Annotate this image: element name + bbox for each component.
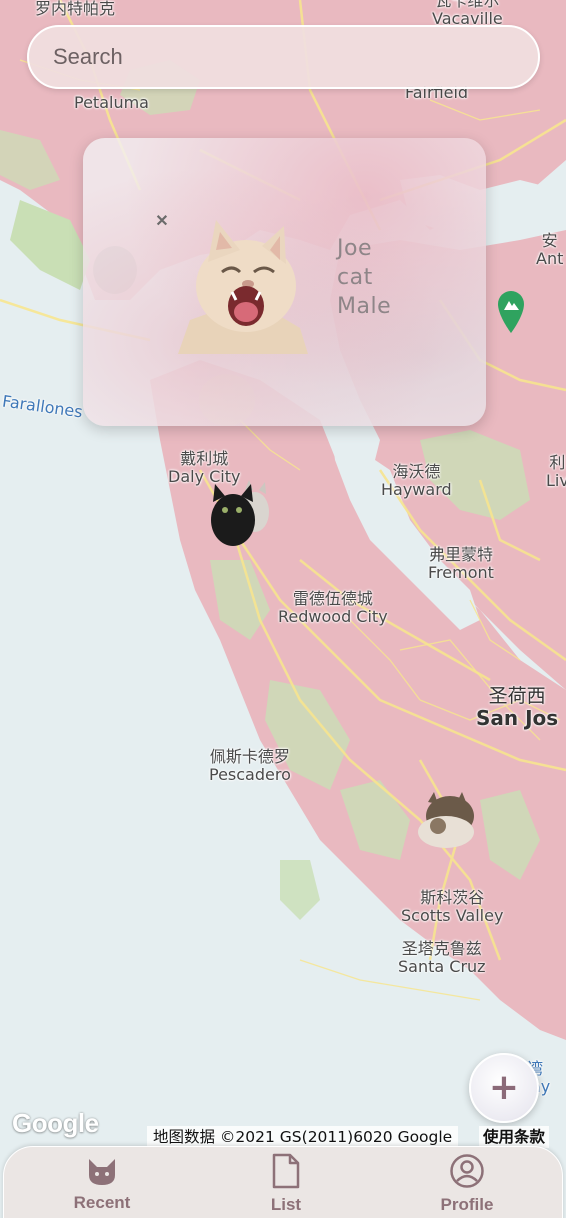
place-fremont: 弗里蒙特 Fremont [428,545,494,582]
close-icon[interactable]: ✕ [154,214,170,230]
tab-profile[interactable]: Profile [407,1153,527,1218]
cat-species: cat [337,265,373,290]
google-logo: Google [12,1108,99,1138]
place-pescadero: 佩斯卡德罗 Pescadero [209,747,291,784]
park-pin-icon[interactable] [496,288,526,334]
place-redwood-city: 雷德伍德城 Redwood City [278,589,388,626]
search-input[interactable] [53,44,538,70]
place-hayward: 海沃德 Hayward [381,462,452,499]
place-antioch: 安 Ant [536,231,564,268]
tab-list[interactable]: List [226,1153,346,1218]
place-santa-cruz: 圣塔克鲁兹 Santa Cruz [398,939,486,976]
plus-icon: + [488,1067,520,1108]
tab-recent[interactable]: Recent [42,1153,162,1218]
tab-profile-label: Profile [440,1195,494,1214]
user-circle-icon [450,1154,484,1188]
cat-face-icon [89,1159,115,1185]
search-bar[interactable] [27,25,540,89]
tab-list-label: List [270,1195,302,1214]
document-icon [272,1153,300,1189]
place-rohnert-park: 罗内特帕克 [35,0,116,18]
cat-marker-tabby[interactable] [416,792,478,848]
cat-info: Joe cat Male [337,234,391,321]
cat-marker-black-white[interactable] [205,480,271,546]
cat-sex: Male [337,294,392,319]
bottom-tab-bar: Recent List Profile [3,1146,563,1218]
tabby-cat-marker-icon [418,792,474,848]
black-cat-marker-icon [211,480,269,546]
cat-photo [178,220,308,354]
place-livermore: 利 Liv [546,453,566,490]
terms-link[interactable]: 使用条款 [479,1126,550,1148]
map-attribution: 地图数据 ©2021 GS(2011)6020 Google [147,1126,459,1148]
place-scotts-valley: 斯科茨谷 Scotts Valley [401,888,504,925]
add-cat-button[interactable]: + [469,1053,539,1123]
cat-info-card[interactable]: ✕ Joe cat Male [83,138,486,426]
place-vacaville: 瓦卡维尔 Vacaville [432,0,503,28]
cat-name: Joe [337,236,372,261]
place-san-jose: 圣荷西 San Jos [476,685,559,730]
place-petaluma: Petaluma [74,93,149,112]
tab-recent-label: Recent [73,1193,131,1212]
